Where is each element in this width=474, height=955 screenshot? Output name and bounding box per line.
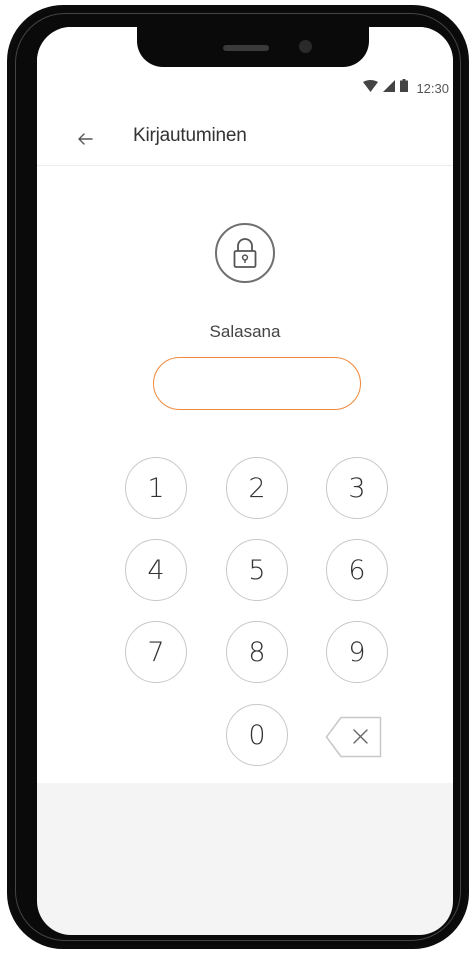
keypad-key-7[interactable]: 7 bbox=[125, 621, 187, 683]
app-header: Kirjautuminen bbox=[37, 115, 453, 166]
wifi-icon bbox=[363, 79, 379, 97]
speaker-grille bbox=[223, 45, 269, 51]
battery-icon bbox=[400, 79, 409, 97]
password-input[interactable] bbox=[153, 357, 361, 410]
backspace-icon bbox=[325, 716, 383, 762]
keypad-key-1[interactable]: 1 bbox=[125, 457, 187, 519]
keypad-key-8[interactable]: 8 bbox=[226, 621, 288, 683]
keypad-key-0[interactable]: 0 bbox=[226, 704, 288, 766]
phone-screen: 12:30 Kirjautuminen Salasana 1 2 3 4 5 6… bbox=[37, 27, 453, 935]
keypad-key-4[interactable]: 4 bbox=[125, 539, 187, 601]
status-bar: 12:30 bbox=[37, 77, 453, 99]
front-camera bbox=[299, 40, 312, 53]
cellular-signal-icon bbox=[383, 79, 396, 97]
backspace-button[interactable] bbox=[325, 716, 383, 758]
status-time: 12:30 bbox=[416, 80, 449, 96]
status-icons: 12:30 bbox=[363, 77, 449, 99]
keypad-key-9[interactable]: 9 bbox=[326, 621, 388, 683]
password-label: Salasana bbox=[209, 322, 281, 341]
lock-badge bbox=[215, 223, 275, 283]
back-arrow-icon[interactable] bbox=[73, 127, 97, 151]
keypad-key-3[interactable]: 3 bbox=[326, 457, 388, 519]
keypad-key-6[interactable]: 6 bbox=[326, 539, 388, 601]
device-mockup: 12:30 Kirjautuminen Salasana 1 2 3 4 5 6… bbox=[0, 0, 474, 955]
keypad-key-5[interactable]: 5 bbox=[226, 539, 288, 601]
notch bbox=[137, 27, 369, 67]
keypad-key-2[interactable]: 2 bbox=[226, 457, 288, 519]
page-title: Kirjautuminen bbox=[133, 125, 247, 146]
